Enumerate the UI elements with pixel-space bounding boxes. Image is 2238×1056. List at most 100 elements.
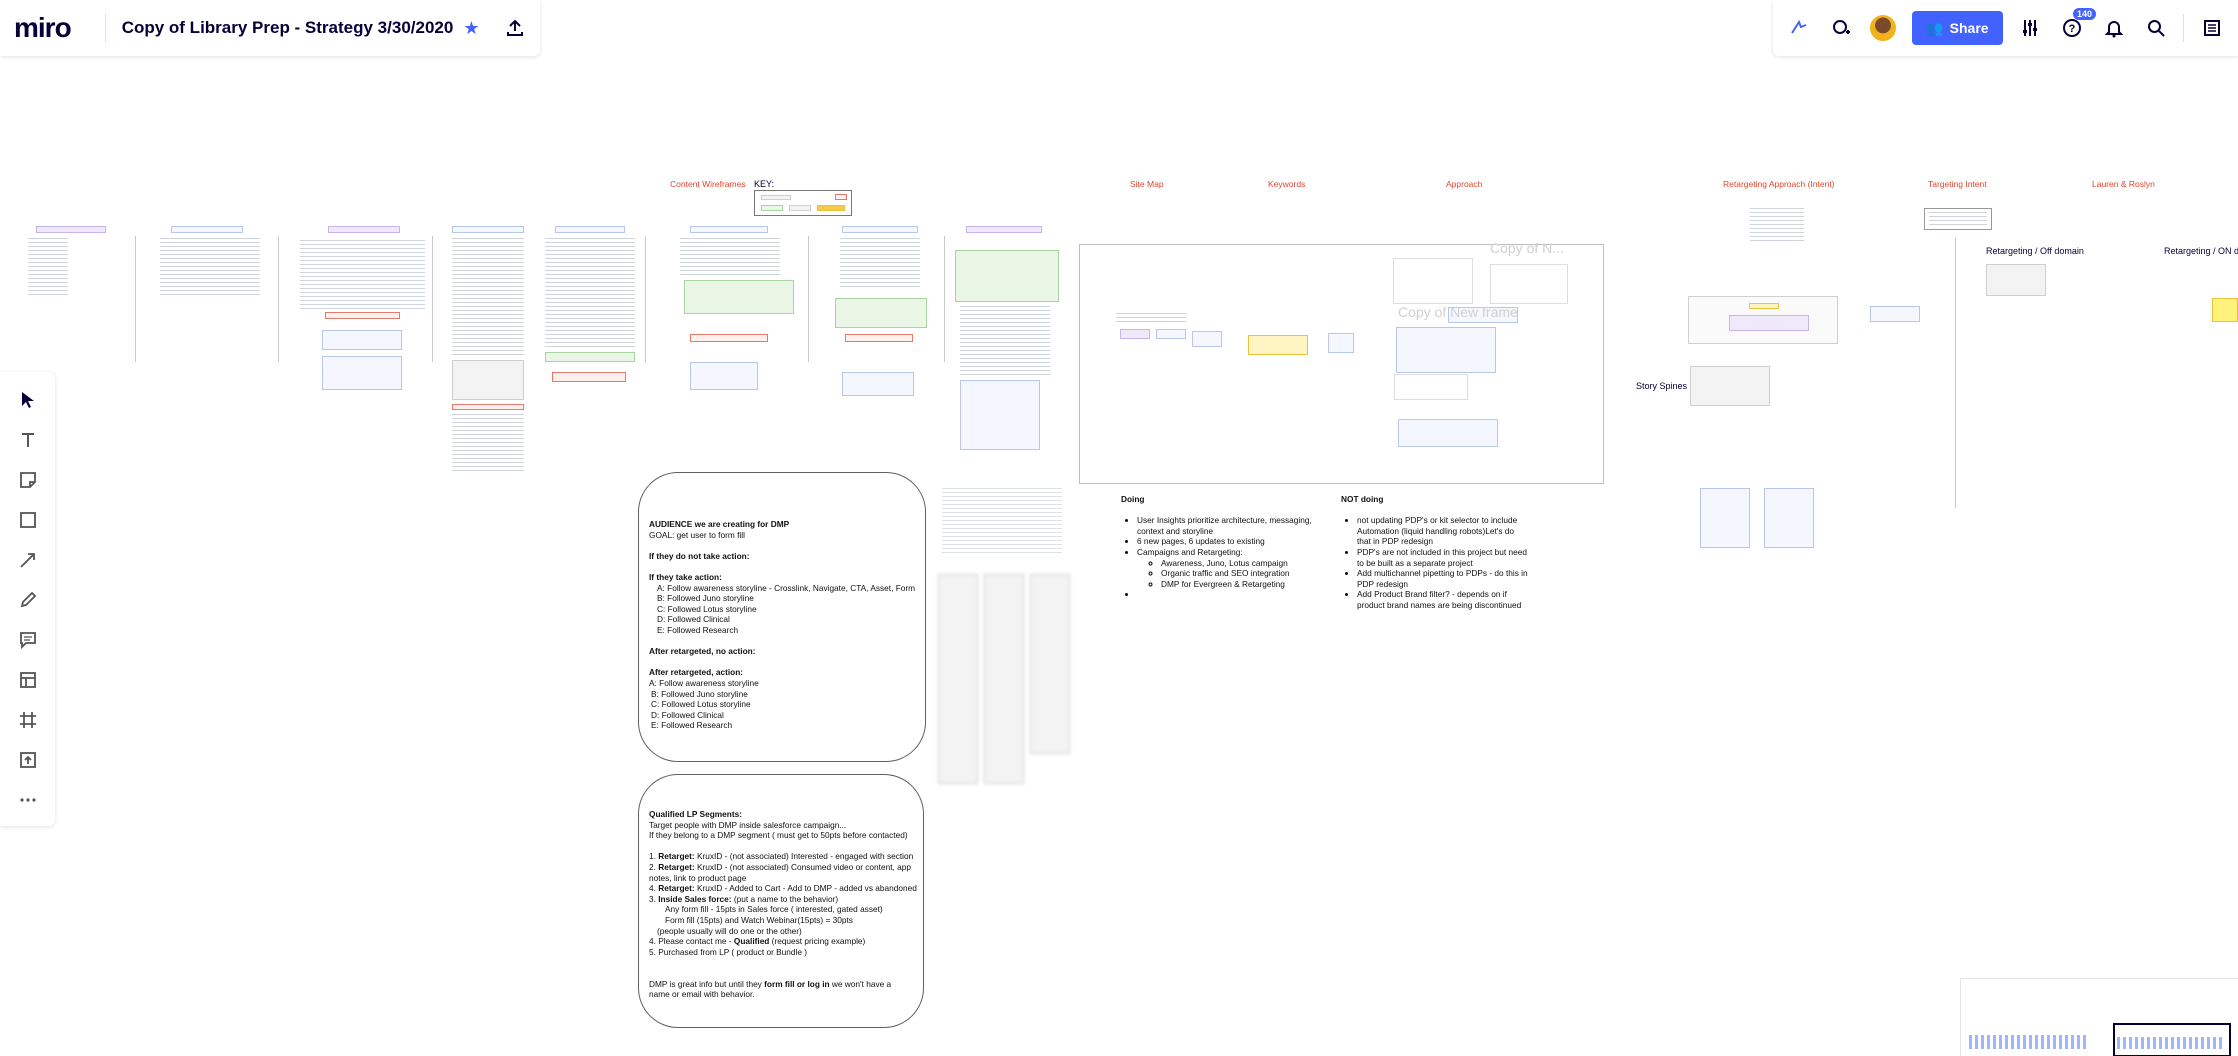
user-avatar[interactable]	[1868, 13, 1899, 43]
retargeting-off-table[interactable]	[1986, 264, 2046, 296]
wireframe-block[interactable]	[955, 250, 1059, 302]
retargeting-diagram[interactable]	[1688, 296, 1838, 344]
reactions-icon[interactable]	[1785, 14, 1813, 42]
shape-tool-icon[interactable]	[14, 506, 42, 534]
targeting-intent-note[interactable]	[1924, 208, 1992, 230]
frame-copy-small[interactable]	[1393, 258, 1473, 304]
wireframe-block[interactable]	[960, 380, 1040, 450]
collaboration-bar: 👥 Share ? 140	[1773, 0, 2238, 56]
divider	[278, 236, 279, 362]
sticky-note-icon[interactable]	[14, 466, 42, 494]
frame-copy-small[interactable]	[1490, 264, 1568, 304]
board-menu-icon[interactable]	[2198, 14, 2226, 42]
wireframe-text	[680, 238, 780, 278]
export-icon[interactable]	[505, 18, 525, 38]
help-icon[interactable]: ? 140	[2058, 8, 2097, 42]
retargeting-block[interactable]	[1870, 306, 1920, 322]
retargeting-on-sticky[interactable]	[2212, 298, 2238, 322]
miro-board-canvas[interactable]: Content Wireframes KEY: Site Map Keyword…	[0, 0, 2238, 1056]
frame-copy-small[interactable]	[1394, 374, 1468, 400]
retargeting-block[interactable]	[1690, 366, 1770, 406]
select-cursor-icon[interactable]	[14, 386, 42, 414]
label-content-wireframes: Content Wireframes	[670, 179, 746, 189]
wireframe-header[interactable]	[966, 226, 1042, 233]
audience-card[interactable]: AUDIENCE we are creating for DMP GOAL: g…	[638, 472, 926, 762]
wireframe-text	[960, 306, 1050, 376]
minimap-viewport[interactable]	[2113, 1023, 2231, 1056]
header-divider	[2183, 14, 2185, 42]
wireframe-block[interactable]	[552, 372, 626, 382]
wireframe-header[interactable]	[171, 226, 243, 233]
wireframe-block[interactable]	[545, 352, 635, 362]
bell-icon[interactable]	[2100, 14, 2128, 42]
label-key: KEY:	[754, 179, 775, 189]
wireframe-block[interactable]	[452, 360, 524, 400]
wireframe-block[interactable]	[452, 404, 524, 410]
key-legend[interactable]	[754, 190, 852, 216]
board-minimap[interactable]	[1960, 978, 2238, 1056]
retargeting-block[interactable]	[1764, 488, 1814, 548]
wireframe-text	[942, 488, 1062, 554]
not-doing-list[interactable]: NOT doing not updating PDP's or kit sele…	[1341, 494, 1551, 611]
frame-title-copy-of-n[interactable]: Copy of N...	[1490, 240, 1564, 256]
star-icon[interactable]: ★	[463, 18, 479, 39]
search-icon[interactable]	[2142, 14, 2170, 42]
label-targeting-intent: Targeting Intent	[1928, 179, 1987, 189]
divider	[645, 236, 646, 362]
invite-collaborator-icon[interactable]	[1827, 14, 1855, 42]
upload-icon[interactable]	[14, 746, 42, 774]
divider	[135, 236, 136, 362]
wireframe-text	[452, 414, 524, 474]
wireframe-header[interactable]	[690, 226, 768, 233]
wireframe-block[interactable]	[325, 312, 400, 319]
wireframe-block[interactable]	[690, 362, 758, 390]
label-retargeting-on-domain: Retargeting / ON do	[2164, 246, 2238, 256]
wireframe-text	[300, 240, 425, 310]
doing-list[interactable]: Doing User Insights prioritize architect…	[1121, 494, 1321, 600]
label-story-spines: Story Spines	[1636, 381, 1688, 391]
share-label: Share	[1949, 20, 1989, 36]
frame-title-copy-of-new-frame[interactable]: Copy of New frame	[1398, 304, 1518, 320]
more-tools-icon[interactable]	[14, 786, 42, 814]
wireframe-block[interactable]	[845, 334, 913, 342]
comment-icon[interactable]	[14, 626, 42, 654]
wireframe-block[interactable]	[835, 298, 927, 328]
wireframe-text	[545, 238, 635, 348]
qualified-lp-card[interactable]: Qualified LP Segments: Target people wit…	[638, 774, 924, 1028]
wireframe-header[interactable]	[452, 226, 524, 233]
left-toolbar	[0, 372, 55, 826]
settings-sliders-icon[interactable]	[2016, 14, 2044, 42]
wireframe-text	[452, 238, 524, 358]
label-approach: Approach	[1446, 179, 1483, 189]
label-retargeting-off-domain: Retargeting / Off domain	[1986, 246, 2084, 256]
board-header: miro Copy of Library Prep - Strategy 3/3…	[0, 0, 540, 56]
board-title[interactable]: Copy of Library Prep - Strategy 3/30/202…	[122, 18, 454, 38]
retargeting-block[interactable]	[1700, 488, 1750, 548]
share-button[interactable]: 👥 Share	[1912, 11, 2003, 45]
wireframe-header[interactable]	[36, 226, 106, 233]
users-icon: 👥	[1926, 19, 1944, 36]
svg-text:?: ?	[2069, 23, 2076, 35]
text-tool-icon[interactable]	[14, 426, 42, 454]
connection-line-icon[interactable]	[14, 546, 42, 574]
divider	[944, 236, 945, 362]
label-site-map: Site Map	[1130, 179, 1164, 189]
label-lauren-roslyn: Lauren & Roslyn	[2092, 179, 2155, 189]
retargeting-notes	[1750, 208, 1804, 244]
wireframe-block[interactable]	[322, 356, 402, 390]
wireframe-block[interactable]	[684, 280, 794, 314]
wireframe-blurred[interactable]	[984, 574, 1024, 784]
wireframe-block[interactable]	[322, 330, 402, 350]
miro-logo[interactable]: miro	[14, 12, 72, 44]
wireframe-blurred[interactable]	[938, 574, 978, 784]
wireframe-header[interactable]	[555, 226, 625, 233]
templates-icon[interactable]	[14, 666, 42, 694]
wireframe-header[interactable]	[842, 226, 918, 233]
wireframe-blurred[interactable]	[1030, 574, 1070, 754]
notification-count-badge: 140	[2073, 8, 2097, 20]
wireframe-block[interactable]	[690, 334, 768, 342]
pen-icon[interactable]	[14, 586, 42, 614]
wireframe-block[interactable]	[842, 372, 914, 396]
wireframe-header[interactable]	[328, 226, 400, 233]
frame-tool-icon[interactable]	[14, 706, 42, 734]
